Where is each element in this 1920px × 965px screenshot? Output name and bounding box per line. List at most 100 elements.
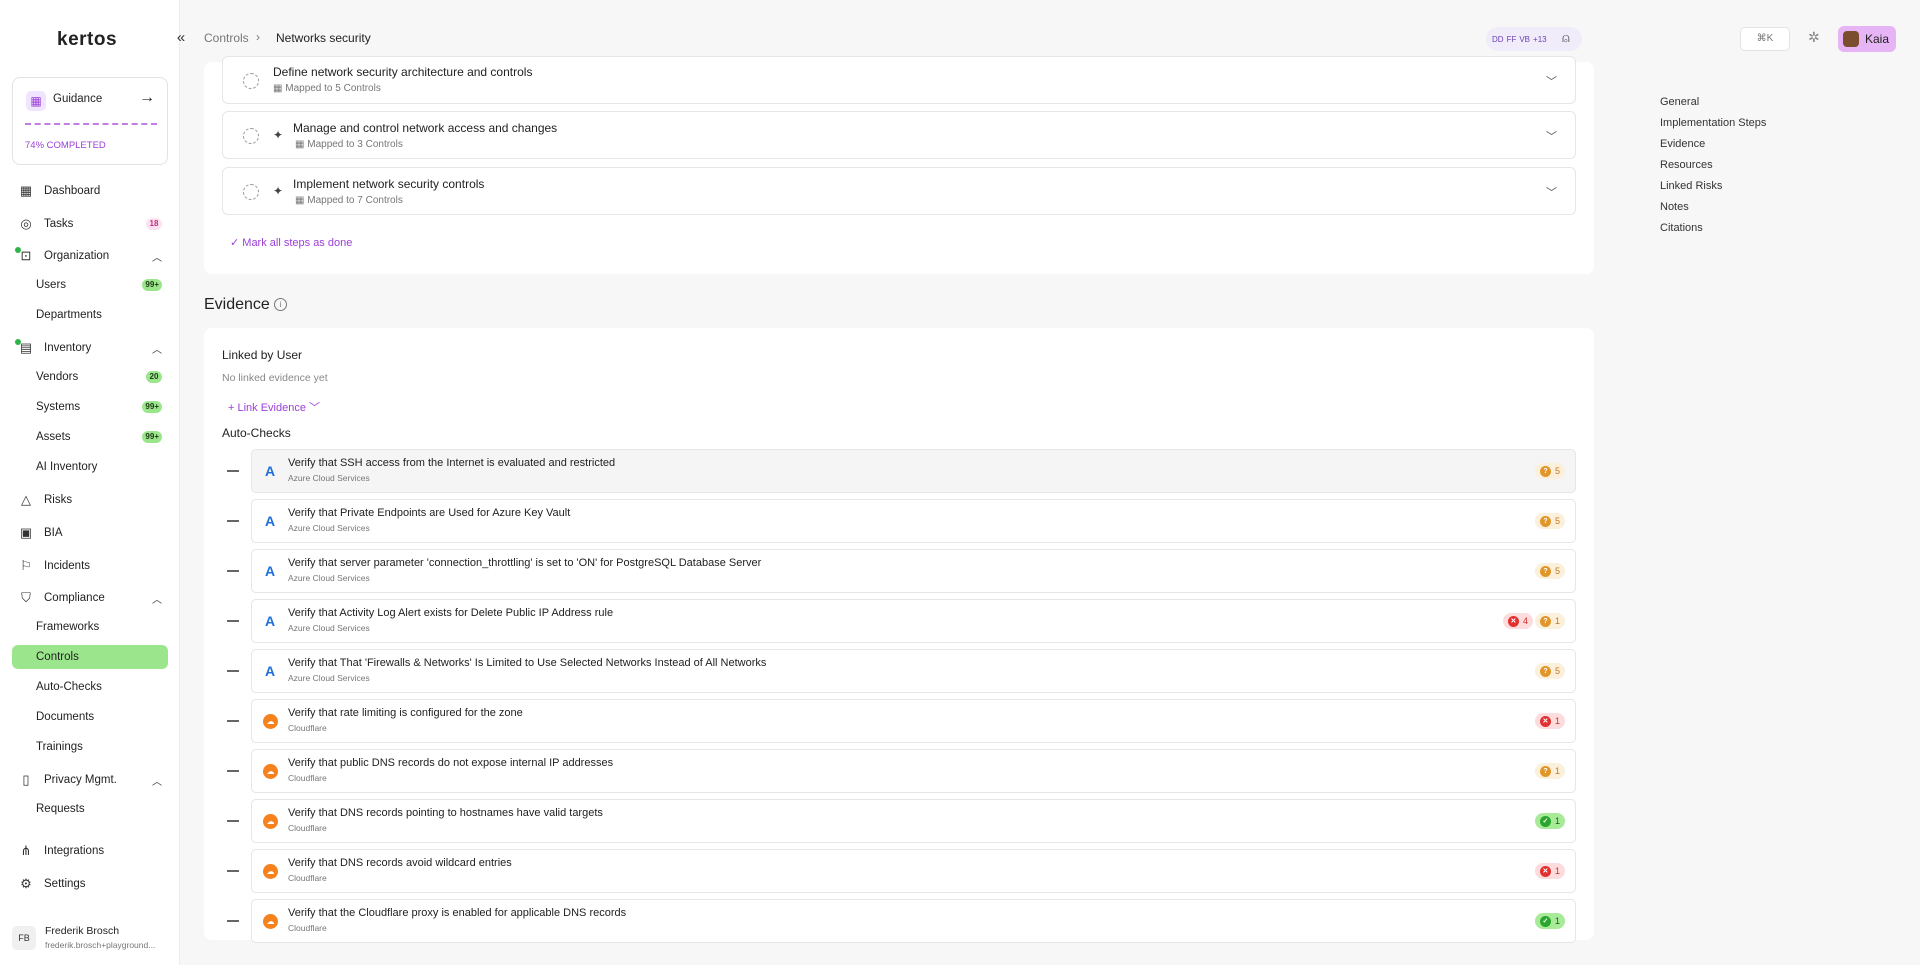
step-row[interactable]: ✦ Implement network security controls ▦ … [222, 167, 1576, 215]
app-logo[interactable]: kertos [57, 29, 117, 51]
toc-resources[interactable]: Resources [1660, 159, 1713, 171]
toc-notes[interactable]: Notes [1660, 201, 1689, 213]
toc-linked-risks[interactable]: Linked Risks [1660, 180, 1722, 192]
nav-trainings[interactable]: Trainings [12, 735, 168, 759]
error-icon: ✕ [1539, 865, 1551, 877]
badge-count: 5 [1554, 666, 1560, 676]
step-status-icon[interactable] [243, 73, 259, 89]
link-evidence-button[interactable]: + Link Evidence ﹀ [228, 399, 320, 415]
chevron-up-icon[interactable]: ︿ [152, 773, 162, 788]
org-avatar [1843, 31, 1859, 47]
badge-count: 5 [1554, 466, 1560, 476]
check-row-dash [227, 870, 239, 872]
nav-label: Tasks [44, 218, 74, 230]
info-icon[interactable]: i [274, 298, 287, 311]
chevron-down-icon[interactable]: ﹀ [1546, 128, 1557, 144]
auto-check-row[interactable]: ☁ Verify that DNS records avoid wildcard… [251, 849, 1576, 893]
nav-ai-inventory[interactable]: AI Inventory [12, 455, 168, 479]
nav-incidents[interactable]: ⚐ Incidents [12, 554, 168, 578]
step-mapped: ▦ Mapped to 5 Controls [273, 83, 381, 94]
chevron-up-icon[interactable]: ︿ [152, 249, 162, 264]
auto-check-row[interactable]: A Verify that SSH access from the Intern… [251, 449, 1576, 493]
toc-evidence[interactable]: Evidence [1660, 138, 1705, 150]
nav-risks[interactable]: △ Risks [12, 488, 168, 512]
breadcrumb-parent[interactable]: Controls [204, 31, 249, 45]
user-email: frederik.brosch+playground... [45, 940, 156, 950]
nav-label: Users [36, 279, 67, 291]
azure-logo-icon: A [264, 463, 276, 479]
command-palette-button[interactable]: ⌘K [1740, 27, 1790, 51]
chevron-down-icon[interactable]: ﹀ [1546, 73, 1557, 89]
auto-check-row[interactable]: ☁ Verify that DNS records pointing to ho… [251, 799, 1576, 843]
error-icon: ✕ [1539, 715, 1551, 727]
nav-departments[interactable]: Departments [12, 303, 168, 327]
badge-count: 1 [1554, 716, 1560, 726]
warning-icon: ? [1539, 565, 1551, 577]
toc-general[interactable]: General [1660, 96, 1699, 108]
mark-all-done-button[interactable]: ✓ Mark all steps as done [230, 236, 352, 249]
map-icon: ▦ [26, 91, 46, 111]
check-title: Verify that That 'Firewalls & Networks' … [288, 657, 767, 669]
nav-dashboard[interactable]: ▦ Dashboard [12, 179, 168, 203]
nav-auto-checks[interactable]: Auto-Checks [12, 675, 168, 699]
chevron-up-icon[interactable]: ︿ [152, 591, 162, 606]
nav-users[interactable]: Users 99+ [12, 273, 168, 297]
auto-check-row[interactable]: A Verify that That 'Firewalls & Networks… [251, 649, 1576, 693]
user-profile[interactable]: FB Frederik Brosch frederik.brosch+playg… [12, 924, 172, 956]
check-source: Cloudflare [288, 823, 327, 833]
check-source: Cloudflare [288, 723, 327, 733]
nav-requests[interactable]: Requests [12, 797, 168, 821]
chevron-down-icon[interactable]: ﹀ [1546, 184, 1557, 200]
toc-implementation-steps[interactable]: Implementation Steps [1660, 117, 1766, 129]
nav-tasks[interactable]: ◎ Tasks 18 [12, 212, 168, 236]
nav-organization[interactable]: ⊡ Organization ︿ [12, 244, 168, 268]
badge-count: 1 [1554, 766, 1560, 776]
nav-integrations[interactable]: ⋔ Integrations [12, 839, 168, 863]
gear-icon: ⚙ [20, 876, 32, 891]
nav-controls[interactable]: Controls [12, 645, 168, 669]
error-count-badge: ✕ 1 [1534, 713, 1565, 729]
nav-frameworks[interactable]: Frameworks [12, 615, 168, 639]
auto-check-row[interactable]: A Verify that Private Endpoints are Used… [251, 499, 1576, 543]
assets-count-badge: 99+ [142, 431, 162, 443]
org-switcher[interactable]: Kaia [1838, 26, 1896, 52]
badge-count: 5 [1554, 566, 1560, 576]
error-count-badge: ✕ 4 [1502, 613, 1533, 629]
nav-assets[interactable]: Assets 99+ [12, 425, 168, 449]
warning-icon: △ [21, 492, 31, 507]
auto-check-row[interactable]: A Verify that Activity Log Alert exists … [251, 599, 1576, 643]
nav-settings[interactable]: ⚙ Settings [12, 872, 168, 896]
add-user-icon[interactable]: ⍝ [1562, 30, 1570, 46]
auto-check-row[interactable]: ☁ Verify that rate limiting is configure… [251, 699, 1576, 743]
azure-logo-icon: A [264, 663, 276, 679]
nav-bia[interactable]: ▣ BIA [12, 521, 168, 545]
nav-label: Settings [44, 878, 86, 890]
step-status-icon[interactable] [243, 184, 259, 200]
chevron-down-icon: ﹀ [305, 402, 321, 414]
nav-privacy[interactable]: ▯ Privacy Mgmt. ︿ [12, 768, 168, 792]
nav-systems[interactable]: Systems 99+ [12, 395, 168, 419]
status-dot [15, 339, 21, 345]
sparkle-icon: ✦ [273, 128, 284, 142]
collapse-sidebar-icon[interactable]: « [172, 29, 190, 47]
guidance-card[interactable]: ▦ Guidance → 74% COMPLETED [12, 77, 168, 165]
step-row[interactable]: ✦ Manage and control network access and … [222, 111, 1576, 159]
check-row-dash [227, 920, 239, 922]
nav-vendors[interactable]: Vendors 20 [12, 365, 168, 389]
auto-check-row[interactable]: A Verify that server parameter 'connecti… [251, 549, 1576, 593]
avatar: VB [1519, 34, 1531, 44]
arrow-right-icon[interactable]: → [139, 89, 155, 107]
toc-citations[interactable]: Citations [1660, 222, 1703, 234]
bug-icon[interactable]: ✲ [1808, 29, 1820, 46]
auto-check-row[interactable]: ☁ Verify that the Cloudflare proxy is en… [251, 899, 1576, 943]
auto-check-row[interactable]: ☁ Verify that public DNS records do not … [251, 749, 1576, 793]
chevron-up-icon[interactable]: ︿ [152, 341, 162, 356]
integrations-icon: ⋔ [20, 843, 32, 858]
step-status-icon[interactable] [243, 128, 259, 144]
nav-documents[interactable]: Documents [12, 705, 168, 729]
nav-compliance[interactable]: ⛉ Compliance ︿ [12, 586, 168, 610]
step-row[interactable]: Define network security architecture and… [222, 56, 1576, 104]
nav-inventory[interactable]: ▤ Inventory ︿ [12, 336, 168, 360]
step-title: Implement network security controls [293, 177, 485, 191]
cloudflare-logo-icon: ☁ [263, 914, 278, 929]
